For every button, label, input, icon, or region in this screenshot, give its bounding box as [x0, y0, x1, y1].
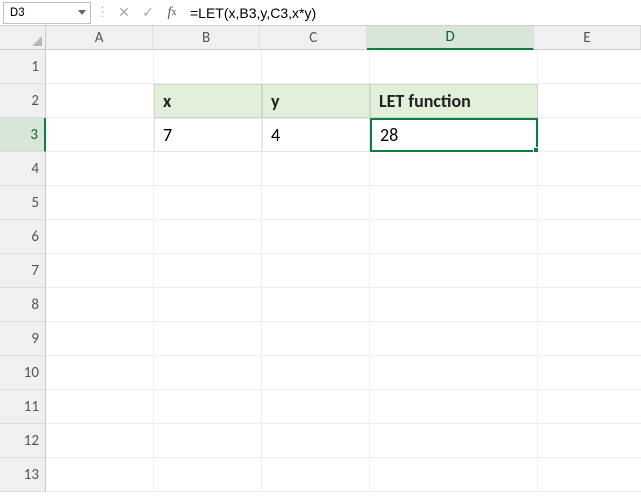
cell-B1[interactable]: [154, 50, 262, 84]
cell-D10[interactable]: [370, 356, 538, 390]
cell-D7[interactable]: [370, 254, 538, 288]
cell-C11[interactable]: [262, 390, 370, 424]
cell-D1[interactable]: [370, 50, 538, 84]
cell-C6[interactable]: [262, 220, 370, 254]
cell-A12[interactable]: [46, 424, 154, 458]
cell-C2[interactable]: y: [262, 84, 370, 118]
cell-C5[interactable]: [262, 186, 370, 220]
cell-E3[interactable]: [538, 118, 641, 152]
cell-B8[interactable]: [154, 288, 262, 322]
cell-D13[interactable]: [370, 458, 538, 492]
cell-A4[interactable]: [46, 152, 154, 186]
name-box-value: D3: [10, 5, 25, 20]
cell-C10[interactable]: [262, 356, 370, 390]
cell-A2[interactable]: [46, 84, 154, 118]
cell-A8[interactable]: [46, 288, 154, 322]
cell-B9[interactable]: [154, 322, 262, 356]
cell-D11[interactable]: [370, 390, 538, 424]
cell-D6[interactable]: [370, 220, 538, 254]
cell-C7[interactable]: [262, 254, 370, 288]
cell-D9[interactable]: [370, 322, 538, 356]
formula-input[interactable]: [186, 2, 638, 24]
fill-handle[interactable]: [533, 147, 539, 153]
cell-A5[interactable]: [46, 186, 154, 220]
column-header-A[interactable]: A: [46, 26, 153, 50]
row-header-11[interactable]: 11: [0, 390, 46, 424]
row-header-8[interactable]: 8: [0, 288, 46, 322]
column-header-C[interactable]: C: [260, 26, 367, 50]
row-headers: 12345678910111213: [0, 50, 46, 492]
cell-B5[interactable]: [154, 186, 262, 220]
cell-E7[interactable]: [538, 254, 641, 288]
cell-C12[interactable]: [262, 424, 370, 458]
cell-A1[interactable]: [46, 50, 154, 84]
row-header-12[interactable]: 12: [0, 424, 46, 458]
check-icon[interactable]: ✓: [138, 2, 158, 24]
select-all-corner[interactable]: [0, 26, 46, 50]
cell-B7[interactable]: [154, 254, 262, 288]
cell-E4[interactable]: [538, 152, 641, 186]
cell-B10[interactable]: [154, 356, 262, 390]
cell-C3[interactable]: 4: [262, 118, 370, 152]
cell-A7[interactable]: [46, 254, 154, 288]
formula-bar: D3 ⋮ ✕ ✓ fx: [0, 0, 641, 26]
cell-C9[interactable]: [262, 322, 370, 356]
cell-D5[interactable]: [370, 186, 538, 220]
cell-C4[interactable]: [262, 152, 370, 186]
cell-B11[interactable]: [154, 390, 262, 424]
cells-area[interactable]: xyLET function 7428: [46, 50, 641, 501]
cell-E13[interactable]: [538, 458, 641, 492]
column-headers: ABCDE: [46, 26, 641, 50]
cell-A11[interactable]: [46, 390, 154, 424]
row-header-10[interactable]: 10: [0, 356, 46, 390]
column-header-B[interactable]: B: [153, 26, 260, 50]
column-header-E[interactable]: E: [534, 26, 641, 50]
cell-D3[interactable]: 28: [370, 118, 538, 152]
separator: ⋮: [95, 5, 110, 20]
row-header-13[interactable]: 13: [0, 458, 46, 492]
cell-C1[interactable]: [262, 50, 370, 84]
cell-A9[interactable]: [46, 322, 154, 356]
cell-E12[interactable]: [538, 424, 641, 458]
cell-E1[interactable]: [538, 50, 641, 84]
cell-B3[interactable]: 7: [154, 118, 262, 152]
cell-E2[interactable]: [538, 84, 641, 118]
cell-D12[interactable]: [370, 424, 538, 458]
cell-B2[interactable]: x: [154, 84, 262, 118]
chevron-down-icon: [78, 10, 86, 15]
cell-E10[interactable]: [538, 356, 641, 390]
cell-B13[interactable]: [154, 458, 262, 492]
cell-B4[interactable]: [154, 152, 262, 186]
cell-E5[interactable]: [538, 186, 641, 220]
row-header-4[interactable]: 4: [0, 152, 46, 186]
cell-A3[interactable]: [46, 118, 154, 152]
cell-D4[interactable]: [370, 152, 538, 186]
cell-A10[interactable]: [46, 356, 154, 390]
fx-icon[interactable]: fx: [162, 2, 182, 24]
spreadsheet-grid: 12345678910111213 ABCDE xyLET function74…: [0, 26, 641, 501]
row-header-1[interactable]: 1: [0, 50, 46, 84]
row-header-3[interactable]: 3: [0, 118, 46, 152]
cell-E9[interactable]: [538, 322, 641, 356]
row-header-7[interactable]: 7: [0, 254, 46, 288]
cell-E6[interactable]: [538, 220, 641, 254]
cell-D2[interactable]: LET function: [370, 84, 538, 118]
cell-C13[interactable]: [262, 458, 370, 492]
cell-E11[interactable]: [538, 390, 641, 424]
cell-B12[interactable]: [154, 424, 262, 458]
row-header-6[interactable]: 6: [0, 220, 46, 254]
row-header-2[interactable]: 2: [0, 84, 46, 118]
row-header-5[interactable]: 5: [0, 186, 46, 220]
column-header-D[interactable]: D: [367, 26, 534, 50]
cell-D8[interactable]: [370, 288, 538, 322]
name-box[interactable]: D3: [3, 2, 91, 24]
cell-B6[interactable]: [154, 220, 262, 254]
cell-E8[interactable]: [538, 288, 641, 322]
cell-C8[interactable]: [262, 288, 370, 322]
cell-A6[interactable]: [46, 220, 154, 254]
row-header-9[interactable]: 9: [0, 322, 46, 356]
cancel-icon[interactable]: ✕: [114, 2, 134, 24]
cell-A13[interactable]: [46, 458, 154, 492]
